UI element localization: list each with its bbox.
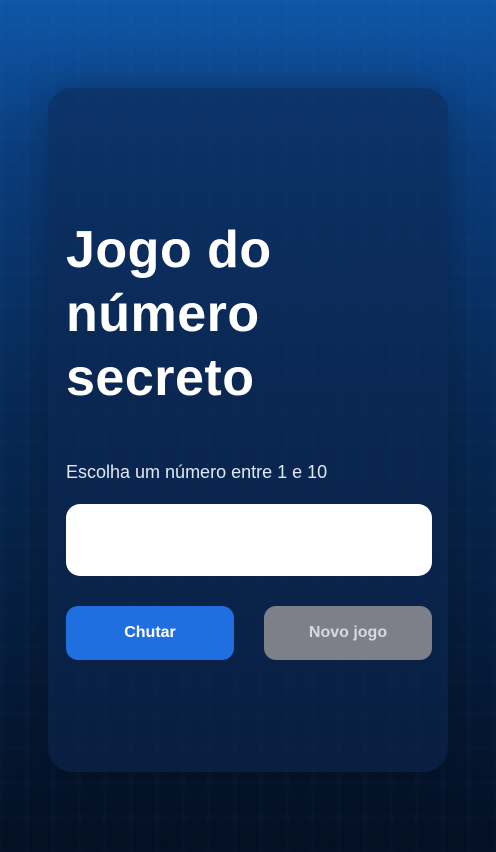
restart-button[interactable]: Novo jogo [264, 606, 432, 660]
guess-input[interactable] [66, 504, 432, 576]
page-title: Jogo do número secreto [66, 221, 272, 407]
game-container [48, 88, 448, 772]
guess-button[interactable]: Chutar [66, 606, 234, 660]
instruction-text: Escolha um número entre 1 e 10 [66, 462, 328, 482]
